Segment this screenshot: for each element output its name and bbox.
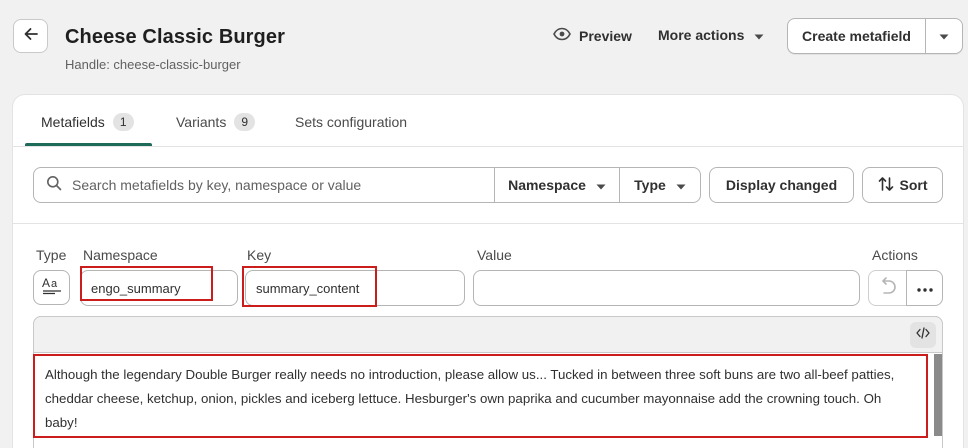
caret-down-icon [676,177,686,193]
sort-button[interactable]: Sort [862,167,943,203]
column-header-value: Value [477,247,512,263]
tab-count-badge: 1 [112,113,134,131]
search-filter-group: Namespace Type [33,167,701,203]
tab-label: Sets configuration [295,114,408,130]
undo-icon [878,276,898,300]
editor-scrollbar[interactable] [934,354,942,436]
caret-down-icon [754,27,764,43]
column-header-namespace: Namespace [83,247,158,263]
more-actions-label: More actions [658,27,745,43]
key-value: summary_content [256,280,360,296]
tab-label: Variants [176,114,227,130]
tab-sets-configuration[interactable]: Sets configuration [295,114,407,130]
create-metafield-group: Create metafield [787,18,963,54]
back-button[interactable] [13,19,48,53]
create-options-button[interactable] [926,19,962,53]
namespace-filter-label: Namespace [508,177,586,193]
tab-variants[interactable]: Variants 9 [176,113,256,131]
tab-count-badge: 9 [234,113,256,131]
editor-toolbar [33,316,943,353]
caret-down-icon [939,27,949,45]
code-icon [916,326,930,344]
preview-label: Preview [579,27,632,44]
product-handle: Handle: cheese-classic-burger [65,57,241,72]
column-header-key: Key [247,247,272,263]
search-input[interactable] [72,177,472,193]
page-title: Cheese Classic Burger [65,26,285,48]
type-filter-label: Type [634,177,666,193]
html-view-button[interactable] [910,322,936,348]
editor-content[interactable]: Although the legendary Double Burger rea… [45,363,915,435]
ellipsis-icon [916,279,933,297]
namespace-value: engo_summary [91,280,181,296]
value-field[interactable] [473,270,860,306]
column-header-type: Type [36,247,67,263]
display-changed-button[interactable]: Display changed [709,167,854,203]
key-field[interactable]: summary_content [245,270,465,306]
active-tab-indicator [25,143,152,146]
svg-text:A: A [42,276,50,290]
more-options-button[interactable] [906,270,943,306]
svg-text:a: a [51,278,58,290]
column-header-actions: Actions [872,247,918,263]
caret-down-icon [596,177,606,193]
namespace-filter[interactable]: Namespace [495,168,620,202]
search-icon [46,175,62,196]
arrow-left-icon [23,26,39,47]
metafield-type-button[interactable]: A a [33,270,70,305]
text-icon: A a [41,275,63,300]
preview-button[interactable]: Preview [553,27,632,44]
create-metafield-button[interactable]: Create metafield [788,19,926,53]
tabs-bar [13,95,963,147]
type-filter[interactable]: Type [620,168,700,202]
eye-icon [553,27,571,44]
undo-button[interactable] [868,270,907,306]
tab-label: Metafields [41,114,105,130]
namespace-field[interactable]: engo_summary [80,270,238,306]
tab-metafields[interactable]: Metafields 1 [41,113,134,131]
display-changed-label: Display changed [725,177,838,193]
sort-icon [878,176,894,195]
sort-label: Sort [899,177,928,193]
more-actions-button[interactable]: More actions [658,27,764,43]
search-field [34,168,495,202]
